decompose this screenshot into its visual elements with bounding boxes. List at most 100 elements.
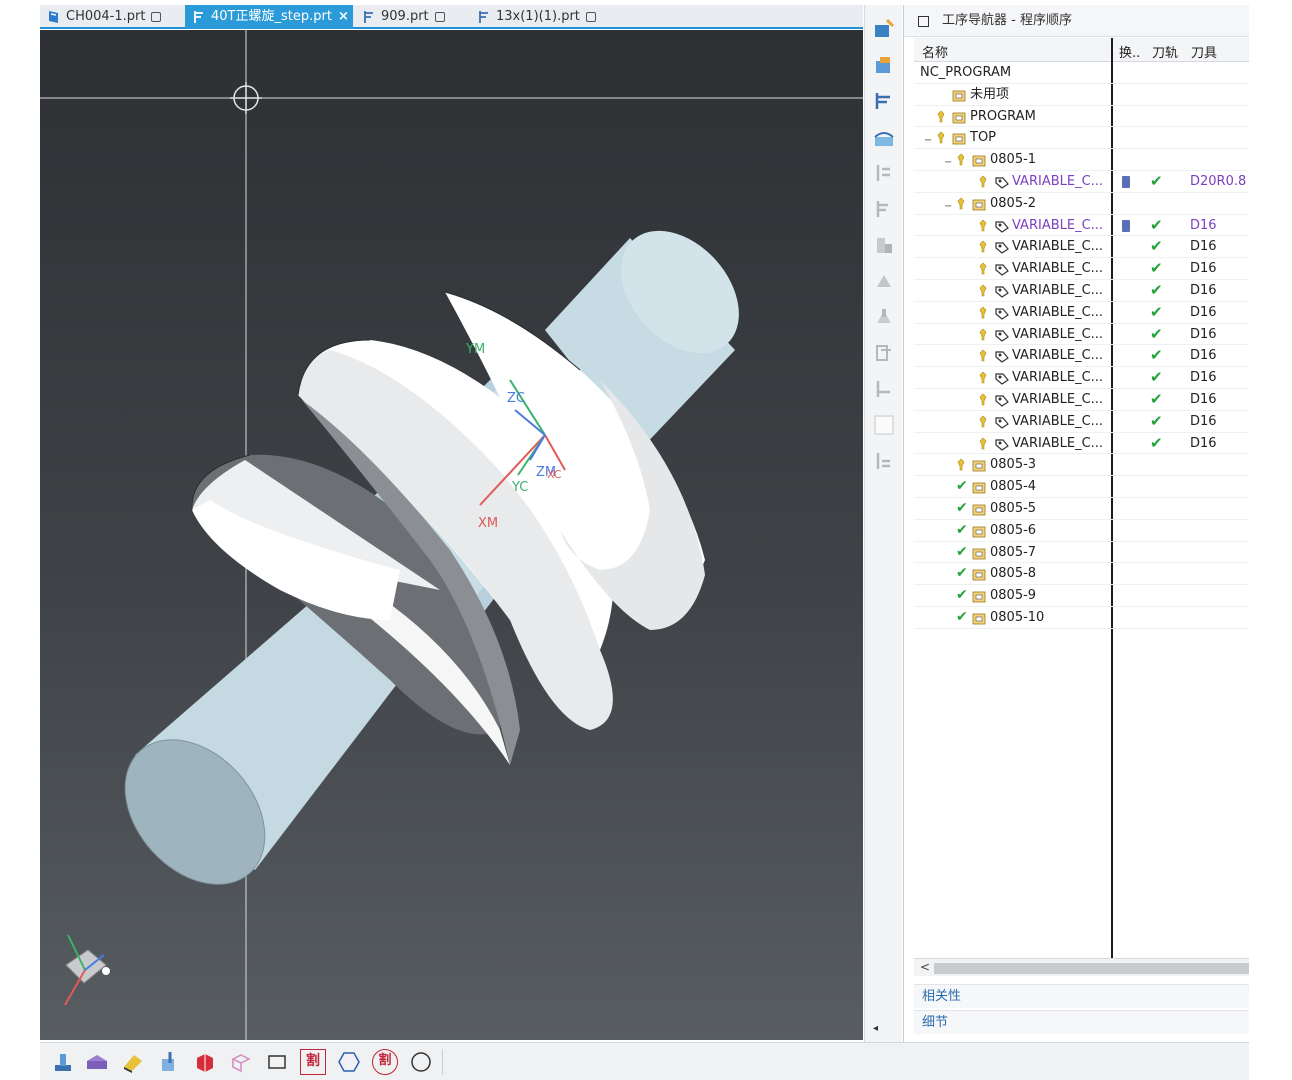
feed-rate-icon[interactable] [872,377,896,401]
row-label: 0805-7 [990,544,1037,560]
axis-label-yc: YC [511,480,528,495]
column-toolpath[interactable]: 刀轨 [1152,42,1178,61]
report-icon[interactable] [872,449,896,473]
hexagon-icon[interactable] [336,1049,362,1075]
operation-row[interactable]: VARIABLE_C... ✔ D16 [914,433,1250,455]
row-label: PROGRAM [970,108,1036,124]
program-row[interactable]: ✔ 0805-5 [914,498,1250,520]
operation-row[interactable]: VARIABLE_C... ✔ D16 [914,258,1250,280]
regenerate-status-icon [978,437,992,451]
row-label: VARIABLE_C... [1012,239,1104,255]
operation-row[interactable]: VARIABLE_C... ✔ D16 [914,389,1250,411]
tab-13x[interactable]: 13x(1)(1).prt [470,5,615,29]
column-swap[interactable]: 换.. [1119,42,1140,61]
replay-toolpath-icon[interactable] [872,89,896,113]
operation-row[interactable]: VARIABLE_C... ✔ D16 [914,345,1250,368]
dependencies-section[interactable]: 相关性 [914,984,1250,1008]
tab-40t-step[interactable]: 40T正螺旋_step.prt × [185,5,353,29]
operation-row[interactable]: VARIABLE_C... ✔ D16 [914,302,1250,324]
crosshair-target-icon[interactable] [230,82,262,114]
toolbar-separator [442,1049,443,1075]
horizontal-scrollbar[interactable]: < [914,958,1250,976]
list-toolpath-icon[interactable] [872,161,896,185]
workpiece-icon[interactable] [228,1049,254,1075]
program-row[interactable]: ✔ 0805-6 [914,520,1250,542]
create-program-icon[interactable] [50,1049,76,1075]
program-row[interactable]: − TOP [914,127,1250,150]
pin-icon[interactable] [918,16,929,27]
operation-row[interactable]: VARIABLE_C... ✔ D16 [914,280,1250,302]
regenerate-status-icon [978,175,992,189]
blank-icon[interactable] [872,413,896,437]
create-operation-icon[interactable] [192,1049,218,1075]
toolpath-ok-icon: ✔ [1150,411,1163,430]
regenerate-status-icon [978,393,992,407]
simulate-icon[interactable] [872,125,896,149]
verify-toolpath-icon[interactable] [872,53,896,77]
move-operation-icon[interactable] [872,341,896,365]
operation-row[interactable]: VARIABLE_C... ✔ D16 [914,215,1250,237]
program-group-icon [972,546,986,560]
program-row[interactable]: 0805-3 [914,454,1250,477]
program-row[interactable]: NC_PROGRAM [914,62,1250,84]
program-group-icon [972,153,986,167]
generate-toolpath-icon[interactable] [872,17,896,41]
view-orientation-triad[interactable] [64,934,110,1006]
cut-region-round-icon[interactable]: 割 [372,1049,398,1075]
part-file-icon [49,11,58,23]
tab-ch004[interactable]: CH004-1.prt [40,5,185,29]
external-window-icon[interactable] [151,11,162,22]
row-label: 未用项 [970,86,1010,102]
external-window-icon[interactable] [585,11,596,22]
operation-row[interactable]: VARIABLE_C... ✔ D16 [914,324,1250,346]
operation-row[interactable]: VARIABLE_C... ✔ D16 [914,236,1250,259]
create-geometry-icon[interactable] [120,1049,146,1075]
circle-icon[interactable] [408,1049,434,1075]
cut-region-icon[interactable]: 割 [300,1049,326,1075]
program-row[interactable]: −0805-1 [914,149,1250,171]
tab-label: 40T正螺旋_step.prt [211,9,332,24]
part-file-icon [194,11,203,23]
program-row[interactable]: 未用项 [914,84,1250,106]
program-row[interactable]: ✔ 0805-10 [914,607,1250,629]
toolpath-ok-icon: ✔ [1150,368,1163,387]
complete-status-icon: ✔ [956,478,968,495]
operation-row[interactable]: VARIABLE_C... ✔ D16 [914,411,1250,433]
program-row[interactable]: ✔ 0805-7 [914,542,1250,564]
tool-name: D16 [1190,261,1217,277]
graphics-viewport[interactable]: YM ZC ZM XC YC XM [40,30,863,1040]
program-row[interactable]: ✔ 0805-8 [914,563,1250,586]
column-name[interactable]: 名称 [922,42,948,61]
tool-change-icon [1122,176,1130,188]
program-row[interactable]: PROGRAM [914,106,1250,128]
details-section[interactable]: 细节 [914,1010,1250,1034]
tool-name: D16 [1190,348,1217,364]
bottom-toolbar: 割 割 [40,1042,1249,1080]
tab-label: CH004-1.prt [66,9,146,24]
rectangle-icon[interactable] [264,1049,290,1075]
create-method-icon[interactable] [156,1049,182,1075]
tab-909[interactable]: 909.prt [355,5,467,29]
row-label: VARIABLE_C... [1012,326,1104,342]
axis-label-ym: YM [465,342,485,357]
column-tool[interactable]: 刀具 [1191,42,1217,61]
close-tab-icon[interactable]: × [338,9,349,24]
shop-doc-icon[interactable] [872,233,896,257]
output-cls-icon[interactable] [872,269,896,293]
batch-process-icon[interactable] [872,305,896,329]
program-row[interactable]: ✔ 0805-9 [914,585,1250,607]
row-label: NC_PROGRAM [920,65,1012,80]
postprocess-icon[interactable] [872,197,896,221]
operation-row[interactable]: VARIABLE_C... ✔ D20R0.8 [914,171,1250,193]
program-row[interactable]: ✔ 0805-4 [914,476,1250,498]
row-label: VARIABLE_C... [1012,283,1104,298]
collapse-arrow-icon[interactable]: ◂ [873,1023,878,1034]
scroll-thumb[interactable] [934,963,1250,974]
create-tool-icon[interactable] [84,1049,110,1075]
row-label: VARIABLE_C... [1012,174,1104,189]
program-row[interactable]: −0805-2 [914,193,1250,215]
scroll-left-icon[interactable]: < [920,960,930,974]
external-window-icon[interactable] [434,11,445,22]
toolpath-ok-icon: ✔ [1150,433,1163,452]
operation-row[interactable]: VARIABLE_C... ✔ D16 [914,367,1250,389]
